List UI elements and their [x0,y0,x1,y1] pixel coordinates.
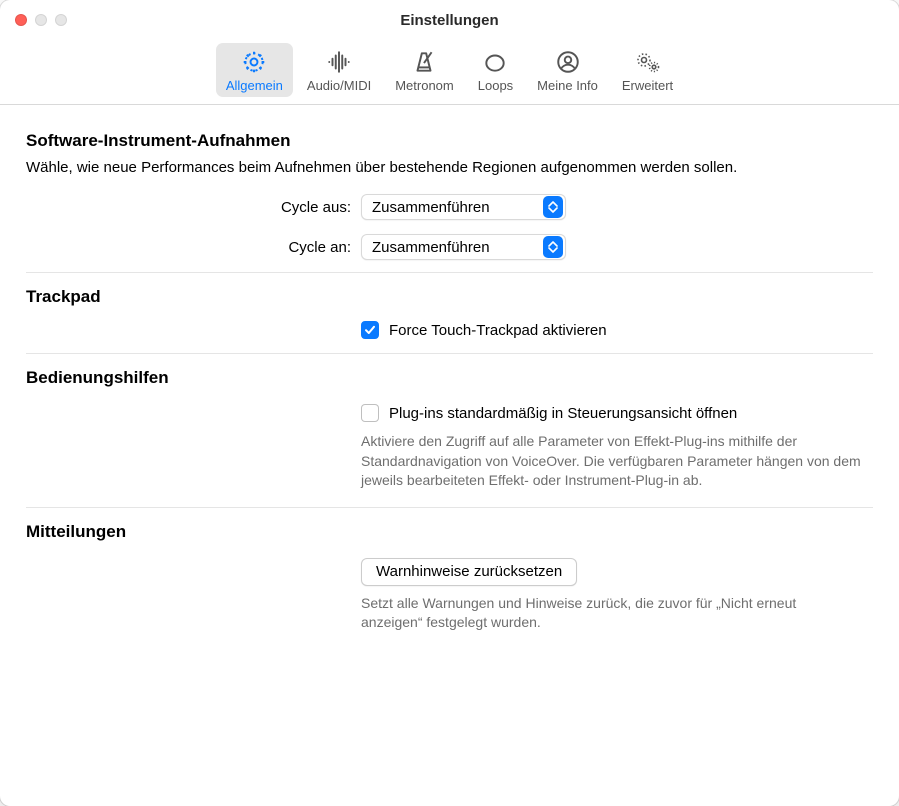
cycle-on-label: Cycle an: [26,239,361,256]
content: Software-Instrument-Aufnahmen Wähle, wie… [0,105,899,653]
chevron-up-down-icon [543,196,563,218]
gear-icon [239,47,269,77]
titlebar: Einstellungen [0,0,899,40]
waveform-icon [324,47,354,77]
cycle-off-popup[interactable]: Zusammenführen [361,194,566,220]
tab-label: Allgemein [226,78,283,93]
section-trackpad-heading: Trackpad [26,287,873,307]
section-notifications-heading: Mitteilungen [26,522,873,542]
chevron-up-down-icon [543,236,563,258]
tab-metronome[interactable]: Metronom [385,43,464,97]
gears-icon [633,47,663,77]
loop-icon [480,47,510,77]
tab-loops[interactable]: Loops [468,43,523,97]
accessibility-help-text: Aktiviere den Zugriff auf alle Parameter… [361,432,861,491]
tab-label: Metronom [395,78,454,93]
toolbar: Allgemein Audio/MIDI Metronom [0,40,899,105]
minimize-button[interactable] [35,14,47,26]
tab-advanced[interactable]: Erweitert [612,43,683,97]
section-software-instrument-description: Wähle, wie neue Performances beim Aufneh… [26,159,873,176]
close-button[interactable] [15,14,27,26]
tab-label: Meine Info [537,78,598,93]
section-software-instrument-heading: Software-Instrument-Aufnahmen [26,131,873,151]
cycle-off-value: Zusammenführen [372,199,490,216]
metronome-icon [409,47,439,77]
preferences-window: Einstellungen Allgemein Audio/MIDI [0,0,899,806]
notifications-help-text: Setzt alle Warnungen und Hinweise zurück… [361,594,861,633]
divider [26,507,873,508]
tab-general[interactable]: Allgemein [216,43,293,97]
force-touch-checkbox[interactable] [361,321,379,339]
traffic-lights [0,14,67,26]
zoom-button[interactable] [55,14,67,26]
reset-warnings-button[interactable]: Warnhinweise zurücksetzen [361,558,577,586]
person-circle-icon [553,47,583,77]
cycle-on-value: Zusammenführen [372,239,490,256]
divider [26,272,873,273]
tab-my-info[interactable]: Meine Info [527,43,608,97]
plugins-default-view-label: Plug-ins standardmäßig in Steuerungsansi… [389,404,737,424]
tab-label: Audio/MIDI [307,78,371,93]
section-accessibility-heading: Bedienungshilfen [26,368,873,388]
plugins-default-view-checkbox[interactable] [361,404,379,422]
cycle-on-row: Cycle an: Zusammenführen [26,234,873,260]
tab-audio-midi[interactable]: Audio/MIDI [297,43,381,97]
tab-label: Loops [478,78,513,93]
divider [26,353,873,354]
cycle-on-popup[interactable]: Zusammenführen [361,234,566,260]
cycle-off-label: Cycle aus: [26,199,361,216]
force-touch-label: Force Touch-Trackpad aktivieren [389,321,607,341]
window-title: Einstellungen [0,12,899,29]
cycle-off-row: Cycle aus: Zusammenführen [26,194,873,220]
tab-label: Erweitert [622,78,673,93]
